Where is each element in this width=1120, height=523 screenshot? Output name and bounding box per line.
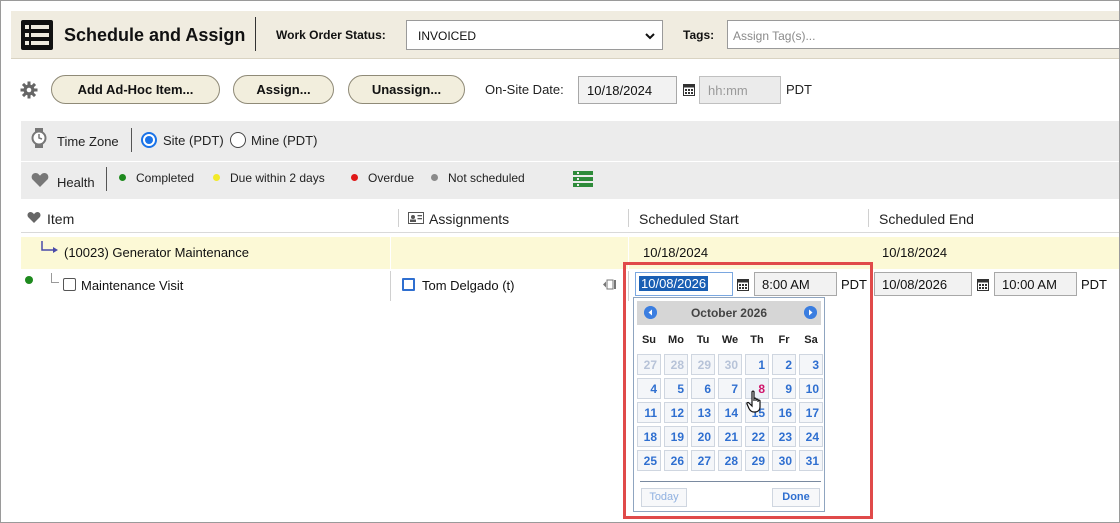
onsite-timezone: PDT bbox=[786, 82, 812, 97]
timezone-mine-label: Mine (PDT) bbox=[251, 133, 318, 148]
legend-not-scheduled-dot bbox=[431, 174, 438, 181]
end-time-input[interactable]: 10:00 AM bbox=[994, 272, 1077, 296]
health-list-icon[interactable] bbox=[573, 171, 593, 187]
work-order-status-select[interactable]: INVOICED bbox=[406, 20, 663, 50]
timezone-mine-radio[interactable] bbox=[230, 132, 246, 148]
legend-completed-label: Completed bbox=[136, 171, 195, 185]
id-card-icon bbox=[408, 212, 424, 224]
onsite-time-input[interactable]: hh:mm bbox=[699, 76, 781, 104]
cell-separator bbox=[390, 237, 391, 269]
chevron-down-icon bbox=[645, 33, 655, 40]
assignee-checkbox[interactable] bbox=[402, 278, 415, 291]
grid-header-line bbox=[21, 232, 1119, 233]
end-timezone: PDT bbox=[1081, 277, 1107, 292]
health-divider bbox=[106, 167, 107, 191]
tags-label: Tags: bbox=[683, 28, 715, 42]
health-label: Health bbox=[57, 175, 95, 190]
calendar-icon[interactable] bbox=[683, 83, 695, 96]
timezone-site-radio[interactable] bbox=[141, 132, 157, 148]
heart-icon bbox=[31, 173, 49, 187]
work-order-status-value: INVOICED bbox=[418, 29, 477, 43]
work-order-status-label: Work Order Status: bbox=[276, 28, 386, 42]
legend-completed-dot bbox=[119, 174, 126, 181]
column-separator bbox=[398, 209, 399, 227]
row-checkbox[interactable] bbox=[63, 278, 76, 291]
assignee-name: Tom Delgado (t) bbox=[422, 278, 515, 293]
header-divider bbox=[255, 17, 256, 51]
column-separator bbox=[868, 209, 869, 227]
calendar-icon[interactable] bbox=[977, 278, 989, 291]
app-frame: Schedule and Assign Work Order Status: I… bbox=[0, 0, 1120, 523]
column-header-assignments[interactable]: Assignments bbox=[429, 211, 509, 227]
row-scheduled-end: 10/18/2024 bbox=[882, 245, 948, 260]
tree-connector bbox=[51, 273, 59, 283]
page-title: Schedule and Assign bbox=[64, 25, 246, 45]
add-adhoc-item-button[interactable]: Add Ad-Hoc Item... bbox=[51, 75, 220, 104]
unassign-button[interactable]: Unassign... bbox=[348, 75, 465, 104]
row-item-name: (10023) Generator Maintenance bbox=[64, 245, 250, 260]
onsite-date-label: On-Site Date: bbox=[485, 82, 564, 97]
legend-overdue-label: Overdue bbox=[368, 171, 415, 185]
tags-input[interactable]: Assign Tag(s)... bbox=[727, 20, 1119, 49]
column-header-item[interactable]: Item bbox=[47, 211, 74, 227]
header-bar: Schedule and Assign Work Order Status: I… bbox=[11, 11, 1119, 59]
legend-due-dot bbox=[213, 174, 220, 181]
schedule-list-icon bbox=[21, 20, 53, 50]
item-heart-icon bbox=[27, 212, 41, 223]
cell-separator bbox=[390, 271, 391, 301]
timezone-site-label: Site (PDT) bbox=[163, 133, 224, 148]
onsite-date-input[interactable]: 10/18/2024 bbox=[578, 76, 677, 104]
timezone-divider bbox=[131, 128, 132, 152]
timezone-label: Time Zone bbox=[57, 134, 119, 149]
row-scheduled-start: 10/18/2024 bbox=[643, 245, 709, 260]
resize-handle-icon[interactable] bbox=[602, 279, 618, 290]
highlight-frame bbox=[623, 262, 873, 519]
tree-connector-icon bbox=[41, 241, 58, 253]
end-date-input[interactable]: 10/08/2026 bbox=[874, 272, 972, 296]
column-header-scheduled-start[interactable]: Scheduled Start bbox=[639, 211, 739, 227]
assign-button[interactable]: Assign... bbox=[233, 75, 334, 104]
legend-overdue-dot bbox=[351, 174, 358, 181]
column-header-scheduled-end[interactable]: Scheduled End bbox=[879, 211, 974, 227]
legend-due-label: Due within 2 days bbox=[230, 171, 325, 185]
legend-not-scheduled-label: Not scheduled bbox=[448, 171, 525, 185]
column-separator bbox=[628, 209, 629, 227]
status-completed-dot bbox=[25, 276, 33, 284]
row-item-name: Maintenance Visit bbox=[81, 278, 184, 293]
gear-icon[interactable] bbox=[20, 81, 38, 99]
watch-icon bbox=[31, 128, 47, 148]
